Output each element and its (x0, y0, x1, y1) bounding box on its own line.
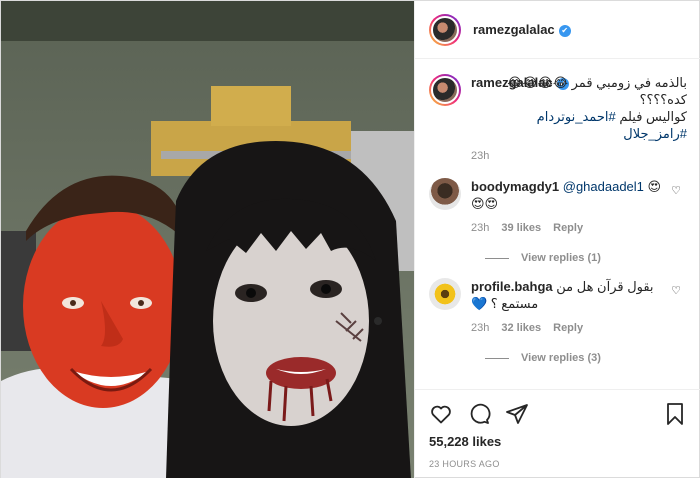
caption-meta: 23h (471, 150, 687, 162)
comment-text: boodymagdy1 @ghadaadel1 😍 😍😍 (471, 178, 687, 212)
comment-likes[interactable]: 32 likes (501, 322, 541, 334)
action-icons (429, 398, 687, 430)
comment-age: 23h (471, 222, 490, 234)
comment-text-line-1: بقول قرآن هل من (556, 279, 654, 294)
comment-age: 23h (471, 322, 490, 334)
view-replies-label[interactable]: View replies (3) (521, 352, 601, 364)
post-header: ramezgalalac ✔ (415, 1, 700, 59)
like-heart-icon[interactable] (429, 402, 453, 426)
comment-avatar[interactable] (429, 278, 461, 310)
caption-age: 23h (471, 150, 490, 162)
comment-meta: 23h 39 likes Reply (471, 222, 687, 234)
view-replies-label[interactable]: View replies (1) (521, 252, 601, 264)
post-photo[interactable] (1, 1, 414, 478)
caption-line-2-text: كواليس فيلم (615, 109, 687, 124)
author-username-text[interactable]: ramezgalalac (473, 22, 555, 37)
comment-avatar[interactable] (429, 178, 461, 210)
comment-mention[interactable]: @ghadaadel1 (563, 179, 644, 194)
author-username[interactable]: ramezgalalac ✔ (473, 22, 571, 37)
like-comment-heart-icon[interactable]: ♡ (671, 284, 681, 297)
hashtag-link-2[interactable]: #رامز_جلال (471, 125, 687, 142)
comment-emoji-2: 😍😍 (471, 196, 499, 211)
hashtag-link-1[interactable]: #احمد_نوتردام (537, 109, 616, 124)
author-avatar[interactable] (429, 13, 461, 46)
caption: ramezgalalac ✔ بالذمه في زومبي قمر 😂😂😂😂كد… (429, 74, 687, 142)
comment-text-line-2: مستمع ؟ 💙 (471, 296, 539, 311)
verified-badge-icon: ✔ (558, 25, 571, 37)
save-bookmark-icon[interactable] (663, 402, 687, 426)
selfie-image (1, 1, 414, 478)
caption-avatar[interactable] (429, 74, 461, 106)
comment-meta: 23h 32 likes Reply (471, 322, 687, 334)
comment-username[interactable]: profile.bahga (471, 279, 553, 294)
share-send-icon[interactable] (505, 402, 529, 426)
view-replies-button[interactable]: View replies (3) (485, 352, 687, 364)
caption-text: ramezgalalac ✔ بالذمه في زومبي قمر 😂😂😂😂كد… (471, 74, 687, 142)
replies-divider (485, 357, 509, 359)
post-actions: 55,228 likes 23 HOURS AGO (415, 389, 700, 469)
replies-divider (485, 257, 509, 259)
comment-likes[interactable]: 39 likes (501, 222, 541, 234)
instagram-post: ramezgalalac ✔ ramezgalalac ✔ بالذمه في زو… (0, 0, 700, 478)
comment-emoji: 😍 (647, 179, 662, 194)
view-replies-button[interactable]: View replies (1) (485, 252, 687, 264)
comment-reply-button[interactable]: Reply (553, 322, 583, 334)
comment-reply-button[interactable]: Reply (553, 222, 583, 234)
post-timestamp[interactable]: 23 HOURS AGO (429, 459, 687, 469)
comments-list[interactable]: ramezgalalac ✔ بالذمه في زومبي قمر 😂😂😂😂كد… (415, 60, 700, 390)
comment-item: boodymagdy1 @ghadaadel1 😍 😍😍 ♡ (429, 178, 687, 212)
likes-count[interactable]: 55,228 likes (429, 434, 687, 449)
comment-bubble-icon[interactable] (467, 402, 491, 426)
like-comment-heart-icon[interactable]: ♡ (671, 184, 681, 197)
comment-username[interactable]: boodymagdy1 (471, 179, 559, 194)
post-sidebar: ramezgalalac ✔ ramezgalalac ✔ بالذمه في زو… (414, 1, 700, 478)
comment-item: profile.bahga بقول قرآن هل من مستمع ؟ 💙 … (429, 278, 687, 312)
caption-line-2: كواليس فيلم #احمد_نوتردام (471, 108, 687, 125)
comment-text: profile.bahga بقول قرآن هل من مستمع ؟ 💙 (471, 278, 687, 312)
